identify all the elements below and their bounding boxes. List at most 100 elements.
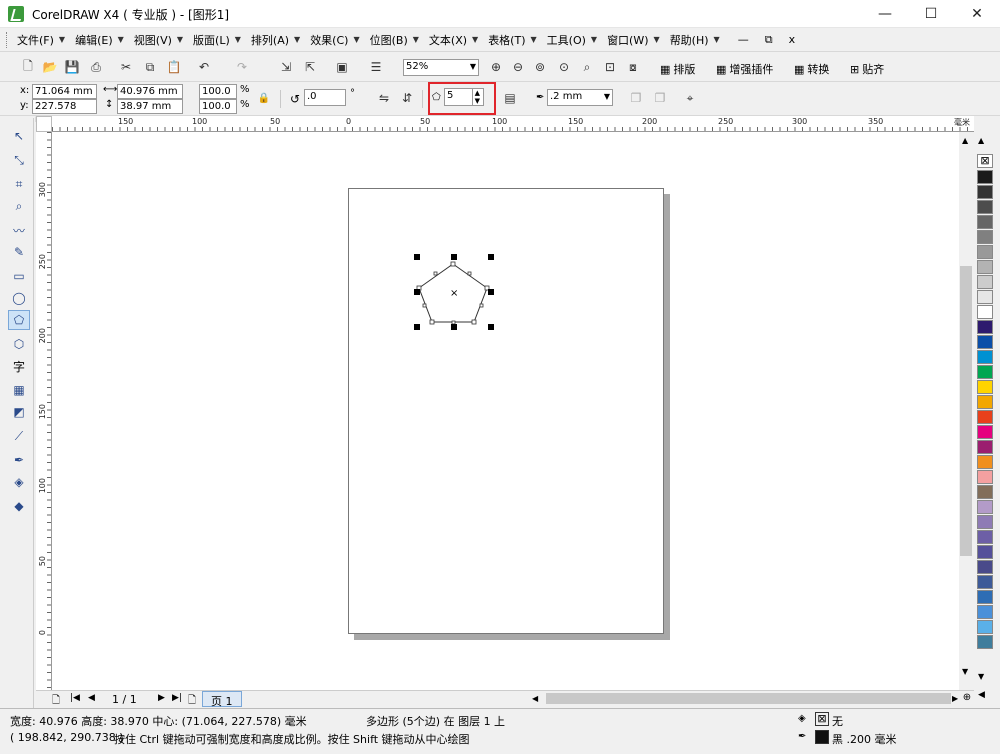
color-swatch[interactable] bbox=[977, 470, 993, 484]
save-icon[interactable]: 💾 bbox=[62, 57, 82, 77]
no-fill-swatch[interactable]: ⊠ bbox=[815, 712, 829, 726]
color-swatch[interactable] bbox=[977, 230, 993, 244]
color-swatch[interactable] bbox=[977, 215, 993, 229]
close-button[interactable]: ✕ bbox=[954, 0, 1000, 28]
scroll-right-icon[interactable]: ▶ bbox=[952, 694, 958, 703]
color-swatch[interactable] bbox=[977, 605, 993, 619]
height-field[interactable]: 38.97 mm bbox=[117, 99, 183, 114]
first-page-icon[interactable]: |◀ bbox=[70, 693, 80, 703]
welcome-screen-icon[interactable]: ☰ bbox=[366, 57, 386, 77]
color-swatch[interactable] bbox=[977, 200, 993, 214]
color-swatch[interactable] bbox=[977, 290, 993, 304]
menu-table[interactable]: 表格(T) ▼ bbox=[488, 32, 536, 48]
y-position-field[interactable]: 227.578 mm bbox=[32, 99, 97, 125]
doc-restore-button[interactable]: ⧉ bbox=[765, 33, 773, 47]
zoom-out-icon[interactable]: ⊖ bbox=[508, 57, 528, 77]
color-swatch[interactable] bbox=[977, 410, 993, 424]
color-swatch[interactable] bbox=[977, 320, 993, 334]
menu-window[interactable]: 窗口(W) ▼ bbox=[607, 32, 660, 48]
import-icon[interactable]: ⇲ bbox=[276, 57, 296, 77]
mirror-vertical-icon[interactable]: ⇵ bbox=[397, 88, 417, 108]
undo-icon[interactable]: ↶ bbox=[194, 57, 214, 77]
rotation-field[interactable]: .0 bbox=[304, 89, 346, 106]
shape-tool-icon[interactable]: ⤡ bbox=[8, 150, 30, 170]
convert-button[interactable]: ▦ 转换 bbox=[794, 61, 829, 77]
last-page-icon[interactable]: ▶| bbox=[172, 693, 182, 703]
scroll-left-icon[interactable]: ◀ bbox=[532, 694, 538, 703]
copy-icon[interactable]: ⧉ bbox=[140, 57, 160, 77]
menu-text[interactable]: 文本(X) ▼ bbox=[429, 32, 478, 48]
menu-arrange[interactable]: 排列(A) ▼ bbox=[251, 32, 300, 48]
zoom-all-objects-icon[interactable]: ⌕ bbox=[577, 57, 597, 77]
previous-page-icon[interactable]: ◀ bbox=[88, 693, 95, 703]
color-swatch[interactable] bbox=[977, 515, 993, 529]
color-swatch[interactable] bbox=[977, 260, 993, 274]
open-folder-icon[interactable]: 📂 bbox=[40, 57, 60, 77]
zoom-tool-icon[interactable]: ⌕ bbox=[8, 196, 30, 216]
enhance-plugin-button[interactable]: ▦ 增强插件 bbox=[716, 61, 773, 77]
menu-effects[interactable]: 效果(C) ▼ bbox=[310, 32, 359, 48]
interactive-blend-tool-icon[interactable]: ◩ bbox=[8, 402, 30, 422]
polygon-tool-icon[interactable]: ⬠ bbox=[8, 310, 30, 330]
color-swatch[interactable] bbox=[977, 440, 993, 454]
color-swatch[interactable] bbox=[977, 590, 993, 604]
color-swatch[interactable] bbox=[977, 530, 993, 544]
palette-flyout-icon[interactable]: ◀ bbox=[978, 690, 985, 700]
outline-color-swatch[interactable] bbox=[815, 730, 829, 744]
zoom-selected-icon[interactable]: ⊙ bbox=[554, 57, 574, 77]
crop-tool-icon[interactable]: ⌗ bbox=[8, 174, 30, 194]
color-swatch[interactable] bbox=[977, 275, 993, 289]
scroll-down-icon[interactable]: ▼ bbox=[962, 667, 968, 676]
menu-file[interactable]: 文件(F) ▼ bbox=[17, 32, 65, 48]
basic-shapes-tool-icon[interactable]: ⬡ bbox=[8, 334, 30, 354]
horizontal-scroll-thumb[interactable] bbox=[546, 693, 951, 704]
color-swatch[interactable] bbox=[977, 335, 993, 349]
document-page[interactable] bbox=[348, 188, 664, 634]
color-swatch[interactable] bbox=[977, 560, 993, 574]
convert-to-curves-icon[interactable]: ⌖ bbox=[680, 88, 700, 108]
toolbar-grip[interactable] bbox=[6, 31, 9, 48]
color-swatch[interactable] bbox=[977, 635, 993, 649]
eyedropper-tool-icon[interactable]: ⟋ bbox=[8, 426, 30, 446]
vertical-scroll-thumb[interactable] bbox=[960, 266, 972, 556]
selected-polygon[interactable]: × bbox=[408, 250, 498, 334]
color-swatch[interactable] bbox=[977, 545, 993, 559]
pick-tool-icon[interactable]: ↖ bbox=[8, 126, 30, 146]
no-color-swatch[interactable]: ⊠ bbox=[977, 154, 993, 168]
zoom-page-icon[interactable]: ⊡ bbox=[600, 57, 620, 77]
zoom-width-icon[interactable]: ⧇ bbox=[623, 57, 643, 77]
menu-edit[interactable]: 编辑(E) ▼ bbox=[75, 32, 124, 48]
doc-close-button[interactable]: x bbox=[789, 33, 796, 46]
color-swatch[interactable] bbox=[977, 380, 993, 394]
color-swatch[interactable] bbox=[977, 350, 993, 364]
zoom-level-select[interactable]: 52% ▼ bbox=[403, 59, 479, 76]
color-swatch[interactable] bbox=[977, 185, 993, 199]
color-swatch[interactable] bbox=[977, 245, 993, 259]
scroll-up-icon[interactable]: ▲ bbox=[962, 136, 968, 145]
palette-scroll-down-icon[interactable]: ▼ bbox=[978, 672, 984, 681]
color-swatch[interactable] bbox=[977, 455, 993, 469]
vertical-ruler[interactable]: 300 250 200 150 100 50 0 bbox=[36, 132, 52, 690]
ellipse-tool-icon[interactable]: ◯ bbox=[8, 288, 30, 308]
color-swatch[interactable] bbox=[977, 620, 993, 634]
color-swatch[interactable] bbox=[977, 305, 993, 319]
cut-icon[interactable]: ✂ bbox=[116, 57, 136, 77]
outline-tool-icon[interactable]: ✒ bbox=[8, 450, 30, 470]
menu-bitmaps[interactable]: 位图(B) ▼ bbox=[370, 32, 419, 48]
palette-scroll-up-icon[interactable]: ▲ bbox=[978, 136, 984, 145]
next-page-icon[interactable]: ▶ bbox=[158, 693, 165, 703]
to-back-icon[interactable]: ❐ bbox=[650, 88, 670, 108]
to-front-icon[interactable]: ❐ bbox=[626, 88, 646, 108]
interactive-fill-tool-icon[interactable]: ◆ bbox=[8, 496, 30, 516]
color-swatch[interactable] bbox=[977, 365, 993, 379]
export-icon[interactable]: ⇱ bbox=[300, 57, 320, 77]
redo-icon[interactable]: ↷ bbox=[232, 57, 252, 77]
fill-tool-icon[interactable]: ◈ bbox=[8, 472, 30, 492]
menu-help[interactable]: 帮助(H) ▼ bbox=[670, 32, 720, 48]
color-swatch[interactable] bbox=[977, 485, 993, 499]
rectangle-tool-icon[interactable]: ▭ bbox=[8, 266, 30, 286]
wrap-text-icon[interactable]: ▤ bbox=[500, 88, 520, 108]
doc-minimize-button[interactable]: — bbox=[738, 33, 749, 46]
minimize-button[interactable]: — bbox=[862, 0, 908, 28]
scale-y-field[interactable]: 100.0 bbox=[199, 99, 237, 114]
